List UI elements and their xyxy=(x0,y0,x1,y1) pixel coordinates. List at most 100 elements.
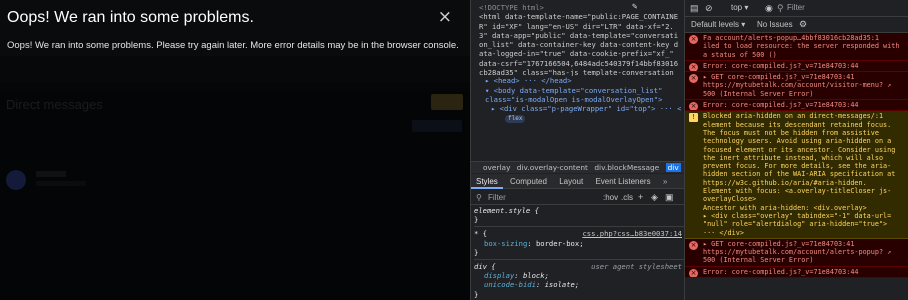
rule-close: } xyxy=(474,289,479,299)
tab-layout[interactable]: Layout xyxy=(554,174,588,189)
dom-line-body[interactable]: ▾ <body data-template="conversation_list… xyxy=(479,86,681,105)
console-line: prevent focus. For more details, see the… xyxy=(703,162,892,171)
console-line: hidden section of the WAI-ARIA specifica… xyxy=(703,170,896,179)
clear-console-icon[interactable]: ⊘ xyxy=(705,3,713,14)
console-line: Blocked aria-hidden on an direct-message… xyxy=(703,112,884,121)
console-line: Error: core-compiled.js?_v=71e84703:44 xyxy=(703,267,859,276)
console-error[interactable]: × ▸ GET core-compiled.js?_v=71e84703:41 ht… xyxy=(685,72,908,101)
elements-panel: <!DOCTYPE html> <html data-template-name… xyxy=(470,0,684,300)
console-panel: ▤ ⊘ top ▾ ◉ ⚲ Filter Default levels ▾ No… xyxy=(684,0,908,300)
console-line: Error: core-compiled.js?_v=71e84703:44 xyxy=(703,61,859,70)
console-error[interactable]: × ▸ GET core-compiled.js?_v=71e84703:41 ht… xyxy=(685,238,908,267)
filter-icon: ⚲ xyxy=(777,3,784,13)
filter-button[interactable] xyxy=(412,120,462,132)
console-line: https://w3c.github.io/aria/#aria-hidden. xyxy=(703,178,867,187)
close-icon[interactable]: × xyxy=(438,7,452,27)
console-line: https://mytubetalk.com/account/visitor-m… xyxy=(703,81,892,90)
breadcrumb-item[interactable]: overlay xyxy=(483,163,510,172)
console-line: Fa account/alerts-popup…4bbf83016cb28ad3… xyxy=(703,34,879,42)
rule-declaration[interactable]: box-sizing: border-box; xyxy=(474,239,684,248)
conversation-meta xyxy=(36,181,86,186)
console-toolbar: ▤ ⊘ top ▾ ◉ ⚲ Filter xyxy=(685,0,908,17)
warning-icon: ! xyxy=(689,113,698,123)
console-line: https://mytubetalk.com/account/alerts-po… xyxy=(703,248,892,257)
dom-line-head[interactable]: ▸ <head> ··· </head> xyxy=(479,76,681,85)
error-icon: × xyxy=(689,74,698,84)
more-tabs-button[interactable]: » xyxy=(658,174,672,189)
rule-declaration: unicode-bidi: isolate; xyxy=(484,280,580,290)
styles-filter-bar: ⚲ Filter :hov .cls + ◈ ▣ xyxy=(471,190,684,205)
console-error[interactable]: × Error: core-compiled.js?_v=71e84703:44 xyxy=(685,100,908,112)
log-levels-select[interactable]: Default levels ▾ xyxy=(691,20,745,29)
sidebar-icon[interactable]: ▤ xyxy=(690,3,699,14)
tab-computed[interactable]: Computed xyxy=(505,174,552,189)
console-line: 500 (Internal Server Error) xyxy=(703,89,814,98)
site-header xyxy=(0,56,470,82)
styles-filter-input[interactable]: Filter xyxy=(488,193,506,202)
console-toolbar-secondary: Default levels ▾ No Issues ⚙ xyxy=(685,17,908,33)
tab-styles[interactable]: Styles xyxy=(471,174,503,189)
rule-header: div { user agent stylesheet xyxy=(474,259,684,271)
console-error[interactable]: × Error: core-compiled.js?_v=71e84703:44 xyxy=(685,266,908,279)
rule-selector[interactable]: element.style { xyxy=(474,206,684,215)
error-icon: × xyxy=(689,35,698,44)
breadcrumb-item-selected[interactable]: div xyxy=(665,163,681,172)
error-icon: × xyxy=(689,62,698,72)
styles-pane: element.style { } * { css.php?css…b83e00… xyxy=(471,206,684,300)
rule-selector[interactable]: div { xyxy=(474,262,496,271)
overlay-title: Oops! We ran into some problems. xyxy=(7,9,254,26)
cls-toggle[interactable]: .cls xyxy=(621,193,633,202)
rule-source-link[interactable]: css.php?css…b83e0037:14 xyxy=(582,229,682,238)
breadcrumb: overlay div.overlay-content div.blockMes… xyxy=(471,161,684,173)
rule-close: } xyxy=(474,247,479,257)
console-line: the inert attribute instead, which will … xyxy=(703,153,884,162)
console-line: element because its descendant retained … xyxy=(703,120,892,129)
sidebar-toggle-icon[interactable]: ▣ xyxy=(665,192,674,203)
avatar[interactable] xyxy=(6,170,26,190)
console-error[interactable]: × Error: core-compiled.js?_v=71e84703:44 xyxy=(685,60,908,73)
console-line: Element with focus: <a.overlay-titleClos… xyxy=(703,187,892,196)
console-line: ▸ GET core-compiled.js?_v=71e84703:41 xyxy=(703,73,855,82)
console-line: Ancestor with aria-hidden: <div.overlay> xyxy=(703,203,867,212)
console-filter-input[interactable]: Filter xyxy=(787,3,805,12)
error-icon: × xyxy=(689,240,698,250)
page-title: Direct messages xyxy=(6,97,103,112)
eye-icon[interactable]: ◉ xyxy=(765,3,773,14)
dom-line-html[interactable]: <html data-template-name="public:PAGE_CO… xyxy=(479,12,681,76)
rule-source: user agent stylesheet xyxy=(591,262,682,272)
rule-declaration: display: block; xyxy=(484,271,549,281)
start-conversation-button[interactable] xyxy=(431,94,463,110)
dom-tree[interactable]: <!DOCTYPE html> <html data-template-name… xyxy=(471,0,684,162)
console-line: focused element or its ancestor. Conside… xyxy=(703,145,896,154)
error-overlay: Oops! We ran into some problems. × Oops!… xyxy=(0,0,470,56)
console-line: ··· </div> xyxy=(703,228,744,237)
console-warning[interactable]: ! Blocked aria-hidden on an direct-messag… xyxy=(685,111,908,239)
console-line: overlayClose> xyxy=(703,195,757,204)
gear-icon[interactable]: ⚙ xyxy=(799,19,807,30)
error-icon: × xyxy=(689,102,698,111)
filter-icon: ⚲ xyxy=(476,193,482,202)
dom-line-doctype[interactable]: <!DOCTYPE html> xyxy=(479,3,681,12)
conversation-title[interactable] xyxy=(36,171,66,177)
tab-event-listeners[interactable]: Event Listeners xyxy=(590,174,655,189)
issues-count[interactable]: No Issues xyxy=(757,20,793,29)
breadcrumb-item[interactable]: div.overlay-content xyxy=(517,163,588,172)
add-rule-icon[interactable]: + xyxy=(638,192,643,202)
rule-selector[interactable]: * { xyxy=(474,229,487,238)
console-line: The focus must not be hidden from assist… xyxy=(703,128,879,137)
paint-icon[interactable]: ◈ xyxy=(651,192,658,203)
console-messages: × Fa account/alerts-popup…4bbf83016cb28ad… xyxy=(685,33,908,279)
dom-line-pagewrapper[interactable]: ▸ <div class="p-pageWrapper" id="top"> ·… xyxy=(479,104,681,113)
pin-icon[interactable]: ✎ xyxy=(632,2,637,12)
hov-toggle[interactable]: :hov xyxy=(603,193,618,202)
overlay-message: Oops! We ran into some problems. Please … xyxy=(7,40,459,51)
error-icon: × xyxy=(689,268,698,277)
site-subnav xyxy=(0,82,470,92)
styles-tabbar: Styles Computed Layout Event Listeners » xyxy=(471,174,684,189)
context-select[interactable]: top ▾ xyxy=(731,3,748,12)
rule-close: } xyxy=(474,215,479,225)
console-error[interactable]: × Fa account/alerts-popup…4bbf83016cb28ad… xyxy=(685,33,908,61)
breadcrumb-item[interactable]: div.blockMessage xyxy=(594,163,659,172)
console-line: ▸ GET core-compiled.js?_v=71e84703:41 xyxy=(703,239,855,248)
flex-badge[interactable]: flex xyxy=(505,115,526,124)
